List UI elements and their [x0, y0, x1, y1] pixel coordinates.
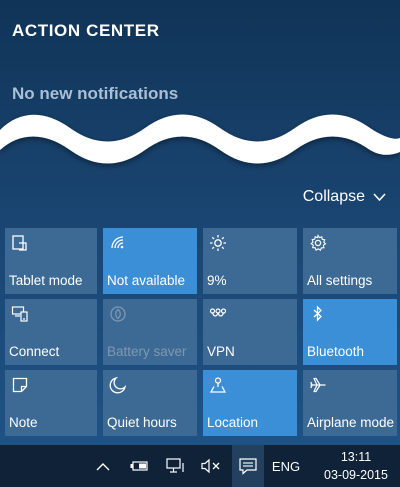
gear-icon [310, 234, 327, 252]
note-icon [12, 377, 28, 393]
page-title: ACTION CENTER [12, 21, 160, 40]
tile-label: Note [9, 415, 38, 430]
battery-icon [130, 461, 148, 471]
tile-quiet-hours[interactable]: Quiet hours [103, 370, 197, 436]
tile-wifi[interactable]: Not available [103, 228, 197, 294]
tile-label: Bluetooth [307, 344, 365, 359]
tile-label: All settings [307, 273, 373, 288]
battery-saver-icon [110, 306, 126, 322]
brightness-icon [210, 235, 226, 251]
airplane-icon [310, 377, 326, 393]
volume-button[interactable] [198, 445, 224, 487]
collapse-button[interactable]: Collapse [303, 188, 386, 206]
chevron-up-icon [96, 462, 110, 470]
action-center-panel: ACTION CENTER No new notifications Colla… [0, 0, 400, 487]
moon-icon [109, 376, 127, 394]
taskbar: ENG 13:11 03-09-2015 [0, 445, 400, 487]
tile-tablet-mode[interactable]: Tablet mode [5, 228, 97, 294]
vpn-icon [209, 308, 227, 317]
action-center-icon [239, 458, 257, 475]
tear-divider [0, 114, 400, 164]
tile-location[interactable]: Location [203, 370, 297, 436]
tile-note[interactable]: Note [5, 370, 97, 436]
location-icon [209, 377, 227, 393]
tile-label: 9% [207, 273, 227, 288]
network-icon [166, 458, 184, 473]
clock-time: 13:11 [340, 450, 372, 464]
wifi-icon [111, 236, 124, 249]
tile-vpn[interactable]: VPN [203, 299, 297, 365]
volume-muted-icon [201, 458, 220, 474]
show-hidden-icons-button[interactable] [93, 445, 113, 487]
bluetooth-icon [313, 305, 322, 322]
tile-label: VPN [207, 344, 235, 359]
tile-all-settings[interactable]: All settings [303, 228, 397, 294]
network-button[interactable] [164, 445, 188, 487]
tile-label: Battery saver [107, 344, 187, 359]
tile-bluetooth[interactable]: Bluetooth [303, 299, 397, 365]
tile-label: Quiet hours [107, 415, 177, 430]
tile-airplane-mode[interactable]: Airplane mode [303, 370, 397, 436]
clock-button[interactable]: 13:11 03-09-2015 [316, 445, 396, 487]
tile-brightness[interactable]: 9% [203, 228, 297, 294]
tile-label: Connect [9, 344, 60, 359]
connect-icon [11, 306, 28, 322]
chevron-down-icon [373, 192, 386, 201]
tile-label: Tablet mode [9, 273, 83, 288]
tile-label: Location [207, 415, 259, 430]
battery-button[interactable] [128, 445, 150, 487]
action-center-button[interactable] [232, 445, 264, 487]
tile-label: Not available [107, 273, 186, 288]
clock-date: 03-09-2015 [324, 468, 388, 482]
tablet-mode-icon [12, 235, 27, 251]
tile-label: Airplane mode [307, 415, 395, 430]
language-indicator[interactable]: ENG [270, 445, 302, 487]
collapse-label: Collapse [302, 188, 365, 205]
tile-connect[interactable]: Connect [5, 299, 97, 365]
quick-actions-grid: Tablet mode Not available 9% All setting… [5, 228, 397, 436]
tile-battery-saver[interactable]: Battery saver [103, 299, 197, 365]
